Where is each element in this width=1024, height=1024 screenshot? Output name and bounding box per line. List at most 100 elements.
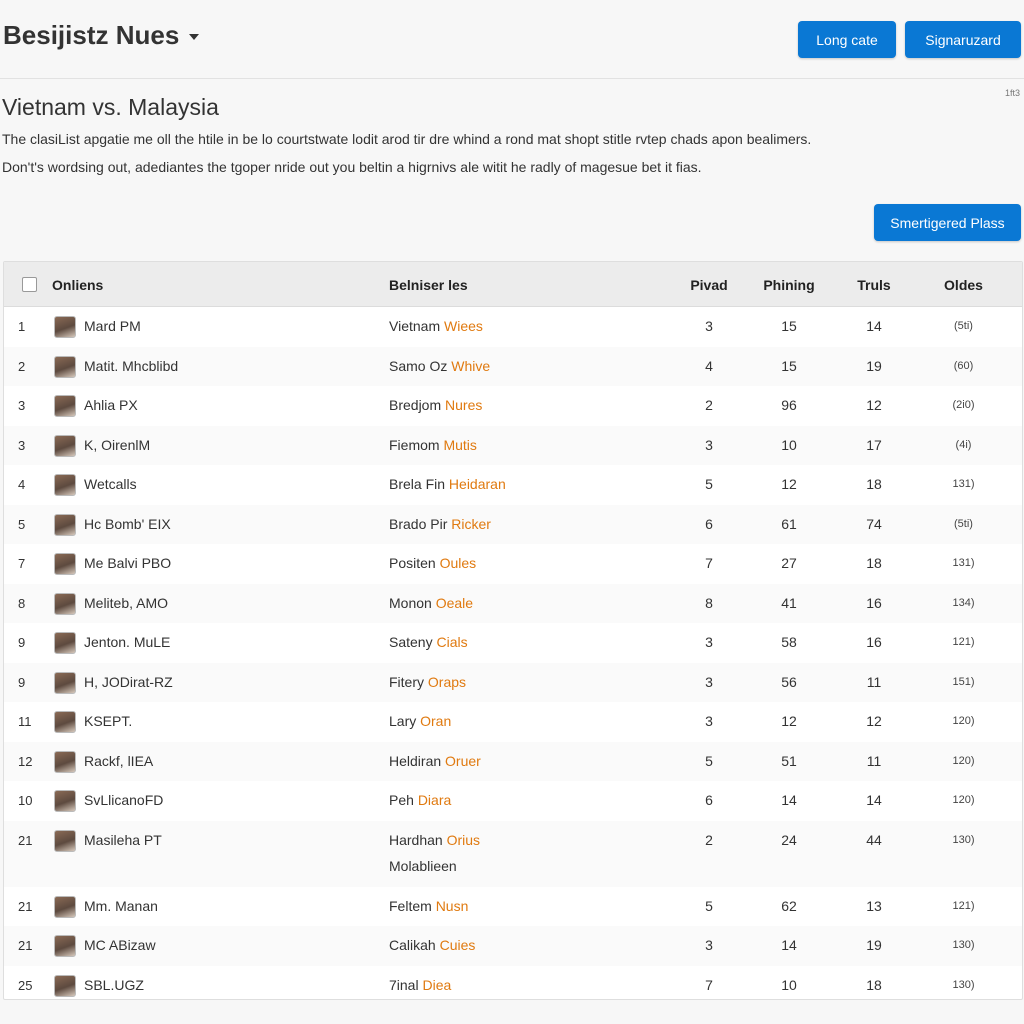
played-value: 2	[705, 831, 713, 848]
oldes-value: 120)	[952, 794, 975, 806]
team-name: Lary Oran	[389, 713, 451, 729]
row-rank: 11	[18, 714, 32, 729]
phining-value: 41	[781, 594, 797, 611]
player-name[interactable]: MC ABizaw	[84, 937, 156, 953]
played-value: 7	[705, 976, 713, 993]
player-name[interactable]: KSEPT.	[84, 713, 132, 729]
played-value: 4	[705, 357, 713, 374]
column-header-name[interactable]: Onliens	[52, 277, 103, 293]
phining-value: 61	[781, 515, 797, 532]
played-value: 5	[705, 476, 713, 492]
phining-value: 56	[781, 673, 797, 690]
phining-value: 12	[781, 476, 797, 492]
column-header-oldes[interactable]: Oldes	[916, 277, 1011, 293]
team-name-highlight: Nures	[445, 397, 483, 413]
column-header-team[interactable]: Belniser les	[389, 277, 468, 293]
table-row[interactable]: 3 K, OirenlM Fiemom Mutis 3 10 17 (4i)	[4, 425, 1022, 465]
truls-value: 12	[866, 397, 882, 413]
row-rank: 5	[18, 516, 26, 532]
table-row[interactable]: 25 SBL.UGZ 7inal Diea 7 10 18 130)	[4, 966, 1022, 1000]
team-name-highlight: Oules	[439, 555, 477, 571]
table-row[interactable]: 9 Jenton. MuLE Sateny Cials 3 58 16 121)	[4, 623, 1022, 663]
player-name[interactable]: Mard PM	[84, 318, 141, 334]
team-name-text: Feltem	[389, 897, 432, 914]
table-row[interactable]: 21 MC ABizaw Calikah Cuies 3 14 19 130)	[4, 926, 1022, 966]
phining-value: 15	[781, 318, 797, 334]
row-rank: 21	[18, 898, 33, 914]
team-name-highlight: Wiees	[444, 318, 483, 334]
player-name[interactable]: Matit. Mhcblibd	[84, 358, 178, 374]
table-row[interactable]: 2 Matit. Mhcblibd Samo Oz Whive 4 15 19 (60)	[4, 346, 1022, 386]
truls-value: 12	[866, 713, 882, 729]
table-row[interactable]: 11 KSEPT. Lary Oran 3 12 12 120)	[4, 702, 1022, 742]
table-row[interactable]: 9 H, JODirat-RZ Fitery Oraps 3 56 11 151)	[4, 662, 1022, 702]
oldes-value: 131)	[952, 478, 975, 490]
team-name: 7inal Diea	[389, 977, 451, 993]
oldes-value: 121)	[952, 899, 975, 912]
truls-value: 18	[866, 555, 882, 571]
chevron-down-icon	[189, 34, 200, 41]
row-rank: 2	[18, 358, 26, 374]
action-button[interactable]: Smertigered Plass	[874, 204, 1021, 241]
data-table: Onliens Belniser les Pivad Phining Truls…	[3, 261, 1023, 1000]
oldes-value: (4i)	[955, 438, 972, 451]
team-name: Brela Fin Heidaran	[389, 476, 506, 492]
oldes-value: 151)	[952, 675, 975, 688]
app-title-dropdown[interactable]: Besijistz Nues	[3, 20, 200, 51]
column-header-phining[interactable]: Phining	[744, 277, 834, 293]
table-row[interactable]: 10 SvLlicanoFD Peh Diara 6 14 14 120)	[4, 781, 1022, 821]
player-name[interactable]: SBL.UGZ	[84, 977, 144, 993]
player-name[interactable]: Hc Bomb' EIX	[84, 516, 171, 532]
avatar	[54, 790, 76, 812]
team-name: Samo Oz Whive	[389, 358, 490, 374]
table-row[interactable]: 21 Masileha PT Hardhan Orius Molablieen 2 24 4…	[4, 820, 1022, 887]
avatar	[54, 935, 76, 957]
truls-value: 19	[866, 937, 882, 953]
player-name[interactable]: Wetcalls	[84, 476, 137, 492]
player-name[interactable]: K, OirenlM	[84, 437, 150, 453]
player-name[interactable]: Rackf, lIEA	[84, 753, 153, 769]
team-name-text: Monon	[389, 594, 432, 611]
played-value: 7	[705, 555, 713, 571]
player-name[interactable]: H, JODirat-RZ	[84, 674, 173, 690]
table-row[interactable]: 7 Me Balvi PBO Positen Oules 7 27 18 131)	[4, 544, 1022, 584]
column-header-played[interactable]: Pivad	[664, 277, 754, 293]
truls-value: 11	[866, 673, 882, 690]
table-row[interactable]: 5 Hc Bomb' EIX Brado Pir Ricker 6 61 74 (5ti)	[4, 504, 1022, 544]
player-name[interactable]: Mm. Manan	[84, 898, 158, 914]
truls-value: 16	[866, 634, 882, 650]
table-row[interactable]: 8 Meliteb, AMO Monon Oeale 8 41 16 134)	[4, 583, 1022, 623]
oldes-value: 120)	[952, 715, 975, 727]
team-name-highlight: Cials	[436, 634, 468, 650]
player-name[interactable]: Meliteb, AMO	[84, 595, 168, 611]
select-all-checkbox[interactable]	[22, 277, 37, 292]
avatar	[54, 553, 76, 575]
avatar	[54, 711, 76, 733]
player-name[interactable]: Masileha PT	[84, 832, 162, 848]
row-rank: 3	[18, 437, 26, 453]
table-row[interactable]: 12 Rackf, lIEA Heldiran Oruer 5 51 11 120)	[4, 741, 1022, 781]
avatar	[54, 434, 76, 457]
table-row[interactable]: 1 Mard PM Vietnam Wiees 3 15 14 (5ti)	[4, 307, 1022, 347]
phining-value: 10	[781, 976, 797, 993]
row-rank: 8	[18, 595, 26, 611]
login-button[interactable]: Long cate	[798, 21, 896, 58]
player-name[interactable]: Ahlia PX	[84, 397, 138, 413]
team-name-highlight: Oran	[420, 713, 452, 729]
player-name[interactable]: Me Balvi PBO	[84, 555, 171, 571]
table-row[interactable]: 21 Mm. Manan Feltem Nusn 5 62 13 121)	[4, 887, 1022, 927]
column-header-truls[interactable]: Truls	[829, 277, 919, 293]
truls-value: 18	[866, 476, 882, 492]
table-row[interactable]: 3 Ahlia PX Bredjom Nures 2 96 12 (2i0)	[4, 386, 1022, 426]
row-rank: 9	[18, 635, 26, 650]
player-name[interactable]: SvLlicanoFD	[84, 792, 163, 808]
team-name: Feltem Nusn	[389, 898, 468, 914]
team-name-highlight: Orius	[446, 831, 481, 848]
description-line-2: Don't's wordsing out, adediantes the tgo…	[2, 159, 702, 175]
team-name-text: Fiemom	[389, 436, 440, 453]
signup-button[interactable]: Signaruzard	[905, 21, 1021, 58]
truls-value: 11	[866, 752, 882, 769]
team-name: Heldiran Oruer	[389, 753, 481, 769]
player-name[interactable]: Jenton. MuLE	[84, 634, 170, 650]
table-row[interactable]: 4 Wetcalls Brela Fin Heidaran 5 12 18 131)	[4, 465, 1022, 505]
